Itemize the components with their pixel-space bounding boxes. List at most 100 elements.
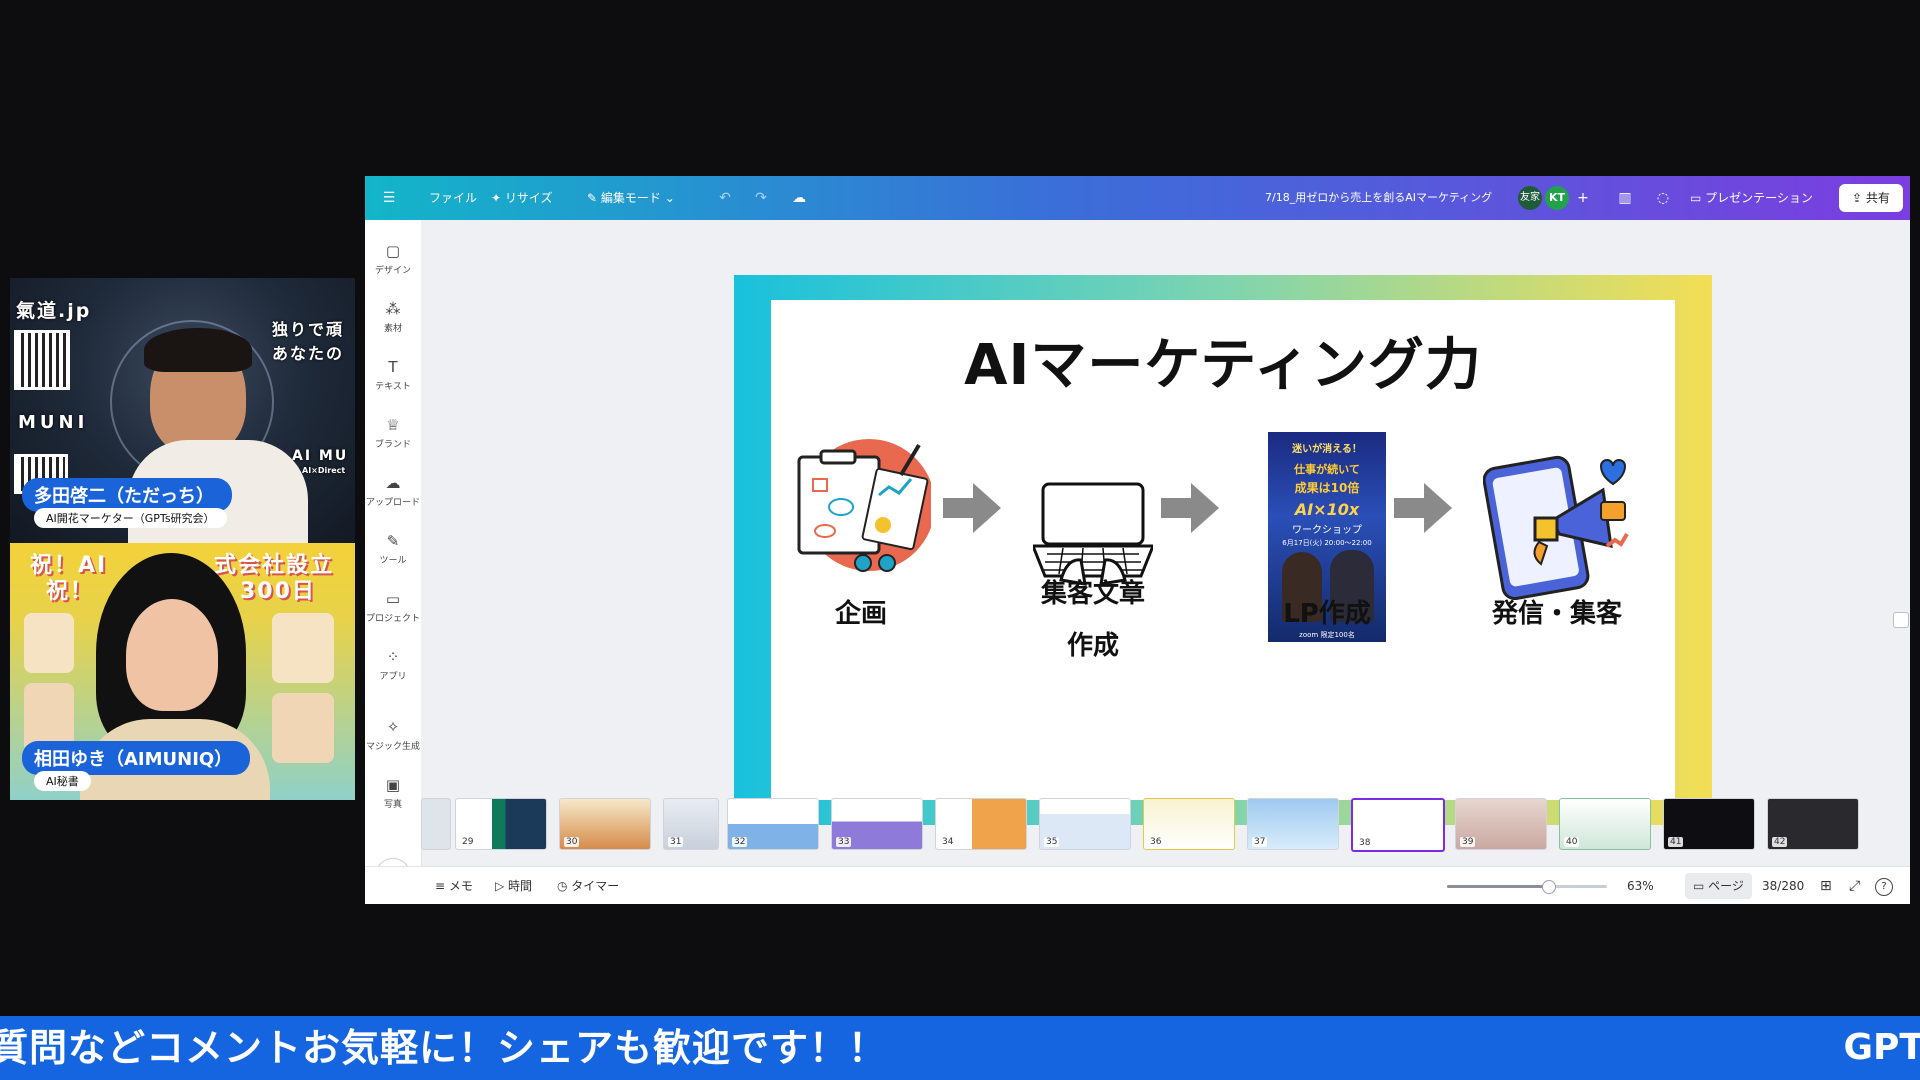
- sidebar-item-upload[interactable]: ☁ アップロード: [365, 474, 421, 508]
- page-thumbnail[interactable]: 33: [831, 798, 923, 850]
- page-number: 39: [1460, 837, 1476, 847]
- present-button[interactable]: ▭ プレゼンテーション: [1690, 176, 1813, 220]
- step-label-promotion: 発信・集客: [1491, 599, 1622, 629]
- share-button[interactable]: ⇪ 共有: [1839, 184, 1903, 212]
- user-avatar[interactable]: KT: [1545, 186, 1569, 210]
- cloud-saved-icon[interactable]: ☁: [789, 188, 809, 208]
- page-thumbnail[interactable]: 41: [1663, 798, 1755, 850]
- page-thumbnail[interactable]: 32: [727, 798, 819, 850]
- poster-line-3: 成果は10倍: [1294, 481, 1360, 495]
- zoom-slider-handle[interactable]: [1542, 880, 1556, 894]
- canvas-scroll-indicator[interactable]: [1893, 612, 1909, 628]
- page-number: 33: [836, 837, 852, 847]
- menu-edit-mode[interactable]: ✎ 編集モード ⌄: [587, 176, 675, 220]
- sidebar-item-label: アプリ: [379, 672, 407, 682]
- presenter-1-name: 多田啓二（ただっち）: [22, 478, 232, 512]
- pages-icon: ▭: [1693, 879, 1709, 893]
- page-thumbnail[interactable]: 39: [1455, 798, 1547, 850]
- pages-button[interactable]: ▭ ページ: [1685, 873, 1752, 899]
- sidebar-item-photos[interactable]: ▣ 写真: [365, 776, 421, 810]
- page-thumbnail[interactable]: 35: [1039, 798, 1131, 850]
- logo-text: MUNI: [18, 412, 89, 433]
- sparkle-icon: ✦: [491, 191, 505, 205]
- page-thumbnail[interactable]: 40: [1559, 798, 1651, 850]
- slide-frame[interactable]: AIマーケティング力 迷いが消える！ 仕事が続いて 成果は10倍 AI×10x …: [734, 275, 1712, 825]
- page-thumbnail-partial[interactable]: [421, 798, 451, 850]
- sidebar-item-projects[interactable]: ▭ プロジェクト: [365, 590, 421, 624]
- page-thumbnail[interactable]: 36: [1143, 798, 1235, 850]
- page-counter[interactable]: 38/280: [1762, 867, 1804, 904]
- help-icon[interactable]: ?: [1875, 878, 1893, 896]
- grid-view-icon[interactable]: ⊞: [1820, 867, 1832, 904]
- elements-icon: ⁂: [385, 300, 401, 318]
- share-icon: ⇪: [1852, 191, 1866, 205]
- page-number: 29: [460, 837, 476, 847]
- undo-icon[interactable]: ↶: [715, 188, 735, 208]
- side-text-1: 独りで頑: [272, 320, 345, 339]
- page-number: 34: [940, 837, 956, 847]
- redo-icon[interactable]: ↷: [751, 188, 771, 208]
- page-number: 31: [668, 837, 684, 847]
- presenter-2-role: AI秘書: [34, 771, 91, 791]
- zoom-slider[interactable]: [1447, 880, 1607, 894]
- presenter-2-name: 相田ゆき（AIMUNIQ）: [22, 741, 251, 775]
- page-thumbnail[interactable]: 37: [1247, 798, 1339, 850]
- arrow-right-icon: [1161, 483, 1219, 533]
- poster-line-2: 仕事が続いて: [1294, 463, 1360, 476]
- page-thumbnail[interactable]: 42: [1767, 798, 1859, 850]
- sidebar-item-draw[interactable]: ✎ ツール: [365, 532, 421, 566]
- sidebar-item-label: デザイン: [374, 266, 411, 276]
- editor-top-bar: ☰ ファイル ✦ リサイズ ✎ 編集モード ⌄ ↶ ↷ ☁ 7/18_用ゼロから…: [365, 176, 1910, 220]
- step-label-copywriting-line2: 作成: [1066, 631, 1119, 661]
- page-number: 41: [1668, 837, 1684, 847]
- sidebar-item-label: ブランド: [374, 440, 411, 450]
- fullscreen-icon[interactable]: ⤢: [1849, 867, 1860, 904]
- slide[interactable]: AIマーケティング力 迷いが消える！ 仕事が続いて 成果は10倍 AI×10x …: [771, 300, 1675, 800]
- sidebar-item-label: マジック生成: [365, 742, 420, 752]
- side-text-2: あなたの: [272, 344, 345, 363]
- chevron-down-icon: ⌄: [660, 191, 675, 205]
- page-thumbnail-active[interactable]: 38: [1351, 798, 1445, 852]
- folder-icon: ▭: [385, 590, 401, 608]
- page-thumbnail[interactable]: 34: [935, 798, 1027, 850]
- menu-resize[interactable]: ✦ リサイズ: [491, 176, 553, 220]
- hamburger-menu-icon[interactable]: ☰: [379, 188, 399, 208]
- sidebar-item-label: ツール: [379, 556, 407, 566]
- comment-icon[interactable]: ◌: [1653, 188, 1673, 208]
- sidebar-item-magic[interactable]: ✧ マジック生成: [365, 718, 421, 752]
- sidebar-item-label: テキスト: [375, 382, 411, 392]
- sidebar-item-apps[interactable]: ⁘ アプリ: [365, 648, 421, 682]
- duration-button[interactable]: ▷ 時間: [495, 867, 532, 904]
- play-icon: ▷: [495, 879, 509, 893]
- sidebar-item-text[interactable]: T テキスト: [365, 358, 421, 392]
- present-label: プレゼンテーション: [1705, 191, 1813, 205]
- logo-sub: AI×Direct: [302, 466, 346, 475]
- draw-icon: ✎: [386, 532, 400, 550]
- notes-button[interactable]: ≡ メモ: [435, 867, 473, 904]
- poster-line-4: AI×10x: [1294, 500, 1360, 519]
- sidebar-item-brand[interactable]: ♕ ブランド: [365, 416, 421, 450]
- presenter-1-hair: [144, 328, 252, 372]
- zoom-level[interactable]: 63%: [1627, 867, 1654, 904]
- sidebar-item-elements[interactable]: ⁂ 素材: [365, 300, 421, 334]
- menu-file[interactable]: ファイル: [429, 176, 477, 220]
- slide-title: AIマーケティング力: [964, 333, 1482, 398]
- page-thumbnail[interactable]: 29: [455, 798, 547, 850]
- megaphone-phone-icon: [1483, 455, 1629, 600]
- comment-ticker-banner: 質問などコメントお気軽に！シェアも歓迎です！！ GPT: [0, 1016, 1920, 1080]
- insights-chart-icon[interactable]: ▥: [1615, 188, 1635, 208]
- sidebar-item-design[interactable]: ▢ デザイン: [365, 242, 421, 276]
- presenter-1-role: AI開花マーケター（GPTs研究会）: [34, 508, 227, 528]
- page-thumbnail[interactable]: 31: [663, 798, 719, 850]
- present-icon: ▭: [1690, 191, 1706, 205]
- collaborator-avatar[interactable]: 友家: [1518, 186, 1542, 210]
- poster-line-5: ワークショップ: [1292, 525, 1362, 536]
- ticker-text: 質問などコメントお気軽に！シェアも歓迎です！！: [0, 1026, 888, 1070]
- sidebar-item-label: プロジェクト: [365, 614, 420, 624]
- document-title[interactable]: 7/18_用ゼロから売上を創るAIマーケティング: [1265, 176, 1492, 220]
- page-number: 37: [1252, 837, 1268, 847]
- timer-button[interactable]: ◷ タイマー: [557, 867, 619, 904]
- add-collaborator-icon[interactable]: +: [1573, 188, 1593, 208]
- page-number: 38: [1357, 838, 1373, 848]
- page-thumbnail[interactable]: 30: [559, 798, 651, 850]
